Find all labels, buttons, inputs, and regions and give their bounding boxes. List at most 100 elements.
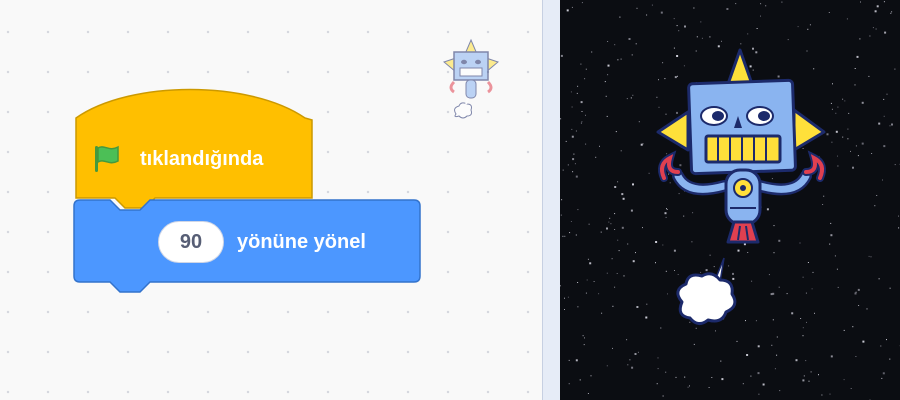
star — [693, 7, 695, 9]
star — [586, 279, 588, 281]
star — [876, 195, 878, 196]
direction-input[interactable]: 90 — [158, 221, 224, 263]
star — [614, 44, 616, 46]
robot-sprite-icon[interactable] — [648, 46, 848, 336]
star — [850, 388, 852, 389]
star — [585, 114, 586, 116]
star — [607, 74, 609, 76]
motion-block-label: yönüne yönel — [237, 231, 366, 253]
star — [562, 169, 564, 171]
star — [874, 10, 877, 13]
star — [746, 354, 749, 356]
star — [776, 336, 778, 338]
star — [584, 337, 585, 339]
hat-block-label: tıklandığında — [140, 148, 264, 170]
star — [587, 393, 589, 394]
code-workspace[interactable]: tıklandığında 90 yönüne yönel — [0, 0, 543, 400]
star — [843, 379, 845, 381]
star — [742, 383, 744, 385]
star — [589, 262, 592, 265]
stage[interactable] — [560, 0, 900, 400]
star — [576, 92, 578, 94]
star — [581, 2, 583, 4]
star — [850, 150, 851, 152]
star — [803, 375, 805, 377]
star — [854, 292, 857, 295]
star — [585, 68, 587, 70]
star — [591, 51, 593, 53]
star — [615, 131, 617, 133]
star — [626, 339, 628, 341]
star — [861, 142, 864, 145]
star — [828, 12, 830, 13]
star — [709, 36, 711, 38]
star — [657, 368, 659, 370]
star — [575, 359, 578, 362]
star — [577, 85, 579, 87]
star — [620, 58, 622, 60]
star — [632, 183, 634, 186]
star — [621, 226, 624, 229]
star — [632, 260, 635, 263]
star — [577, 282, 579, 283]
star — [628, 38, 631, 40]
star — [651, 4, 653, 6]
star — [882, 179, 883, 181]
star — [569, 232, 571, 234]
star — [808, 380, 810, 382]
star — [693, 343, 695, 345]
star — [564, 235, 566, 237]
star — [575, 175, 578, 178]
star — [657, 357, 659, 359]
star — [868, 255, 870, 257]
star — [631, 366, 634, 369]
star — [585, 292, 587, 294]
star — [572, 158, 575, 161]
stage-divider[interactable] — [542, 0, 560, 400]
star — [862, 340, 865, 343]
star — [886, 339, 887, 341]
star — [637, 351, 639, 353]
star — [760, 3, 762, 5]
star — [898, 227, 900, 229]
star — [781, 1, 783, 3]
star — [566, 9, 569, 12]
star — [711, 377, 713, 378]
star — [889, 287, 891, 289]
star — [621, 193, 624, 196]
star — [884, 31, 887, 34]
star — [590, 375, 592, 377]
star — [614, 213, 616, 215]
star — [890, 12, 892, 14]
star — [678, 30, 680, 32]
star — [675, 376, 677, 378]
star — [757, 372, 760, 375]
star — [581, 121, 583, 123]
star — [568, 359, 570, 361]
star — [866, 308, 868, 310]
star — [736, 340, 738, 342]
star — [765, 5, 767, 7]
star — [634, 353, 637, 355]
star — [564, 297, 565, 299]
star — [564, 309, 565, 310]
star — [568, 383, 570, 385]
star — [627, 364, 629, 366]
star — [762, 383, 765, 386]
star — [579, 379, 581, 381]
star — [894, 164, 896, 166]
star — [852, 326, 854, 328]
star — [640, 143, 643, 146]
star — [882, 372, 885, 375]
star — [626, 98, 628, 100]
star — [616, 273, 618, 274]
star — [708, 387, 710, 388]
star — [645, 316, 648, 319]
green-flag-icon — [95, 145, 119, 172]
star — [570, 221, 572, 222]
star — [606, 227, 608, 230]
star — [575, 130, 577, 132]
star — [881, 377, 883, 379]
star — [891, 11, 893, 13]
star — [587, 258, 589, 260]
